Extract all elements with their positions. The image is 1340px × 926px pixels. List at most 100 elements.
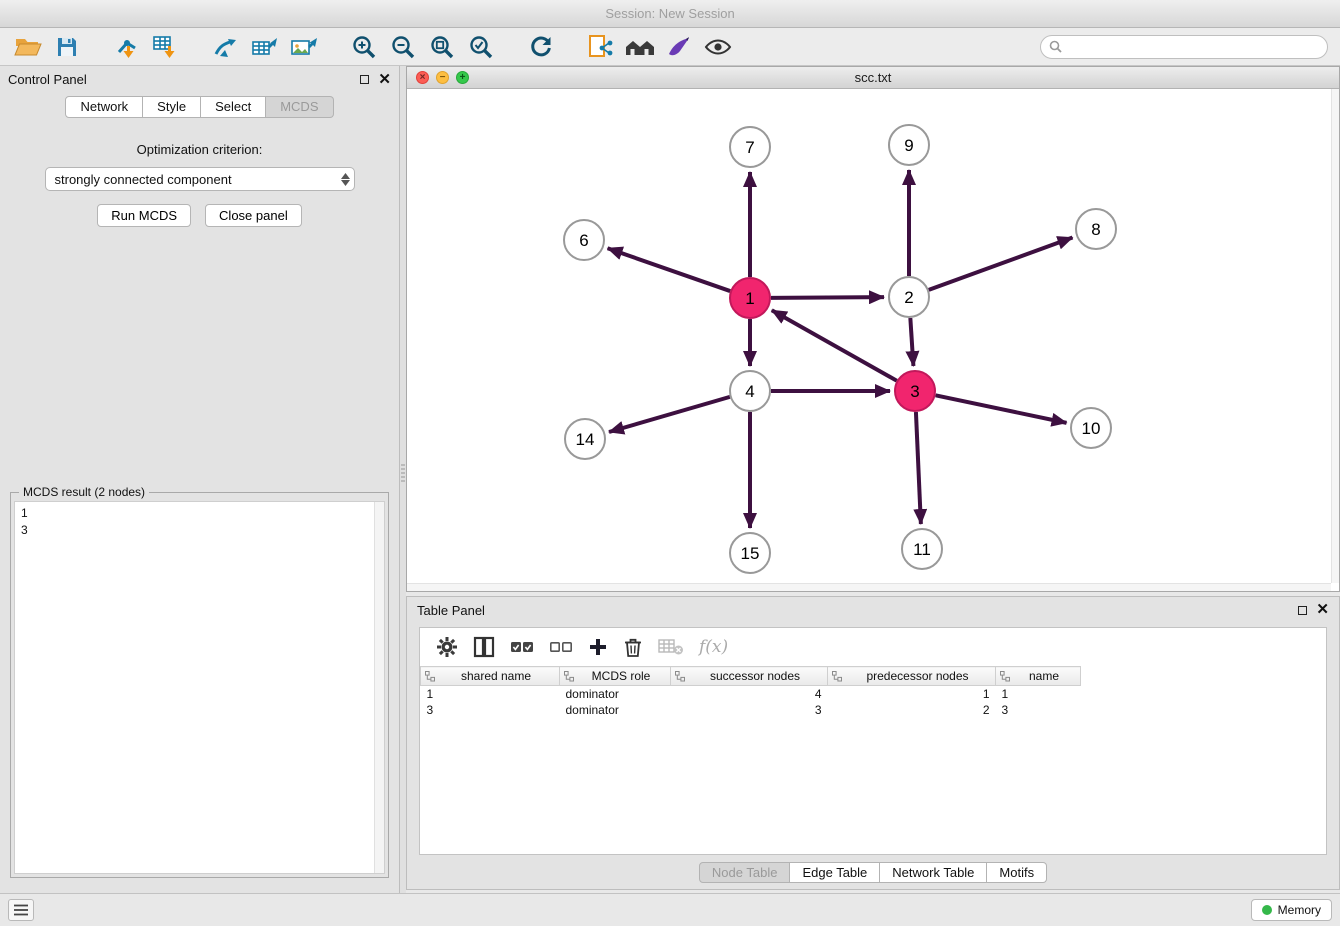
mcds-result-line: 3: [21, 522, 378, 539]
graph-edge-4-14[interactable]: [609, 397, 730, 432]
result-scrollbar[interactable]: [374, 502, 384, 873]
save-session-button[interactable]: [51, 32, 83, 62]
select-all-icon: [510, 638, 534, 656]
close-table-panel-icon[interactable]: ✕: [1316, 604, 1329, 616]
network-graph[interactable]: 7 9 6 8 1 2 4 3 14 10 15 11: [407, 89, 1331, 583]
import-table-icon: [152, 34, 180, 60]
search-box[interactable]: [1040, 35, 1328, 59]
graph-node-2[interactable]: 2: [889, 277, 929, 317]
window-zoom-button[interactable]: +: [456, 71, 469, 84]
graph-edge-1-2[interactable]: [771, 297, 884, 298]
deselect-all-button[interactable]: [549, 638, 573, 656]
tab-network-table[interactable]: Network Table: [880, 862, 987, 883]
criterion-dropdown[interactable]: strongly connected component: [45, 167, 355, 191]
export-network-button[interactable]: [210, 32, 242, 62]
zoom-selected-button[interactable]: [465, 32, 497, 62]
network-canvas[interactable]: 7 9 6 8 1 2 4 3 14 10 15 11: [407, 89, 1331, 583]
zoom-fit-icon: [429, 34, 455, 60]
column-header-predecessor-nodes[interactable]: predecessor nodes: [828, 667, 996, 686]
window-close-button[interactable]: ×: [416, 71, 429, 84]
save-icon: [55, 35, 79, 59]
run-mcds-button[interactable]: Run MCDS: [97, 204, 191, 227]
svg-text:14: 14: [576, 430, 595, 449]
open-file-button[interactable]: [12, 32, 44, 62]
graph-node-15[interactable]: 15: [730, 533, 770, 573]
table-row[interactable]: 1 dominator 4 1 1: [421, 686, 1081, 702]
svg-text:2: 2: [904, 288, 913, 307]
network-analyzer-button[interactable]: [624, 32, 656, 62]
tab-network[interactable]: Network: [65, 96, 143, 118]
tab-select[interactable]: Select: [201, 96, 266, 118]
style-brush-icon: [666, 34, 692, 60]
apply-style-button[interactable]: [663, 32, 695, 62]
graph-edge-2-3[interactable]: [910, 318, 913, 366]
show-columns-button[interactable]: [473, 636, 495, 658]
float-panel-icon[interactable]: [360, 75, 369, 84]
table-toolbar: f(x): [420, 628, 1326, 666]
graph-node-14[interactable]: 14: [565, 419, 605, 459]
export-image-icon: [290, 34, 318, 60]
graph-node-10[interactable]: 10: [1071, 408, 1111, 448]
graph-edge-1-6[interactable]: [608, 248, 731, 291]
memory-button[interactable]: Memory: [1251, 899, 1332, 921]
optimization-criterion-label: Optimization criterion:: [0, 142, 399, 157]
graph-edge-3-1[interactable]: [772, 310, 897, 380]
zoom-out-button[interactable]: [387, 32, 419, 62]
float-table-panel-icon[interactable]: [1298, 606, 1307, 615]
column-header-shared-name[interactable]: shared name: [421, 667, 560, 686]
delete-table-button[interactable]: [658, 637, 684, 657]
export-table-button[interactable]: [249, 32, 281, 62]
select-all-button[interactable]: [510, 638, 534, 656]
task-history-button[interactable]: [8, 899, 34, 921]
zoom-fit-button[interactable]: [426, 32, 458, 62]
show-hide-button[interactable]: [702, 32, 734, 62]
svg-text:4: 4: [745, 382, 754, 401]
search-input[interactable]: [1067, 40, 1319, 54]
table-row[interactable]: 3 dominator 3 2 3: [421, 702, 1081, 718]
column-header-mcds-role[interactable]: MCDS role: [560, 667, 671, 686]
close-panel-icon[interactable]: ✕: [378, 74, 391, 86]
svg-text:8: 8: [1091, 220, 1100, 239]
plus-icon: [588, 637, 608, 657]
tab-style[interactable]: Style: [143, 96, 201, 118]
window-minimize-button[interactable]: −: [436, 71, 449, 84]
mcds-result-line: 1: [21, 505, 378, 522]
table-settings-button[interactable]: [436, 636, 458, 658]
search-icon: [1049, 40, 1062, 53]
network-horizontal-scrollbar[interactable]: [407, 583, 1331, 591]
import-table-button[interactable]: [150, 32, 182, 62]
graph-node-4[interactable]: 4: [730, 371, 770, 411]
eye-icon: [704, 35, 732, 59]
export-to-web-button[interactable]: [585, 32, 617, 62]
graph-edge-3-10[interactable]: [936, 395, 1067, 423]
tab-node-table[interactable]: Node Table: [699, 862, 791, 883]
graph-edge-2-8[interactable]: [929, 238, 1073, 290]
function-builder-button[interactable]: f(x): [699, 637, 728, 657]
graph-node-3[interactable]: 3: [895, 371, 935, 411]
mcds-result-list[interactable]: 1 3: [14, 501, 385, 874]
graph-node-6[interactable]: 6: [564, 220, 604, 260]
graph-node-7[interactable]: 7: [730, 127, 770, 167]
main-toolbar: [0, 28, 1340, 66]
export-image-button[interactable]: [288, 32, 320, 62]
zoom-out-icon: [390, 34, 416, 60]
column-header-successor-nodes[interactable]: successor nodes: [671, 667, 828, 686]
zoom-in-icon: [351, 34, 377, 60]
network-vertical-scrollbar[interactable]: [1331, 89, 1339, 583]
graph-node-1[interactable]: 1: [730, 278, 770, 318]
create-column-button[interactable]: [588, 637, 608, 657]
zoom-in-button[interactable]: [348, 32, 380, 62]
close-panel-button[interactable]: Close panel: [205, 204, 302, 227]
graph-edge-3-11[interactable]: [916, 412, 921, 524]
graph-node-9[interactable]: 9: [889, 125, 929, 165]
import-network-button[interactable]: [111, 32, 143, 62]
tab-motifs[interactable]: Motifs: [987, 862, 1047, 883]
home-icon: [625, 35, 655, 59]
column-header-name[interactable]: name: [996, 667, 1081, 686]
tab-edge-table[interactable]: Edge Table: [790, 862, 880, 883]
refresh-layout-button[interactable]: [525, 32, 557, 62]
delete-column-button[interactable]: [623, 636, 643, 658]
graph-node-11[interactable]: 11: [902, 529, 942, 569]
tab-mcds[interactable]: MCDS: [266, 96, 333, 118]
graph-node-8[interactable]: 8: [1076, 209, 1116, 249]
